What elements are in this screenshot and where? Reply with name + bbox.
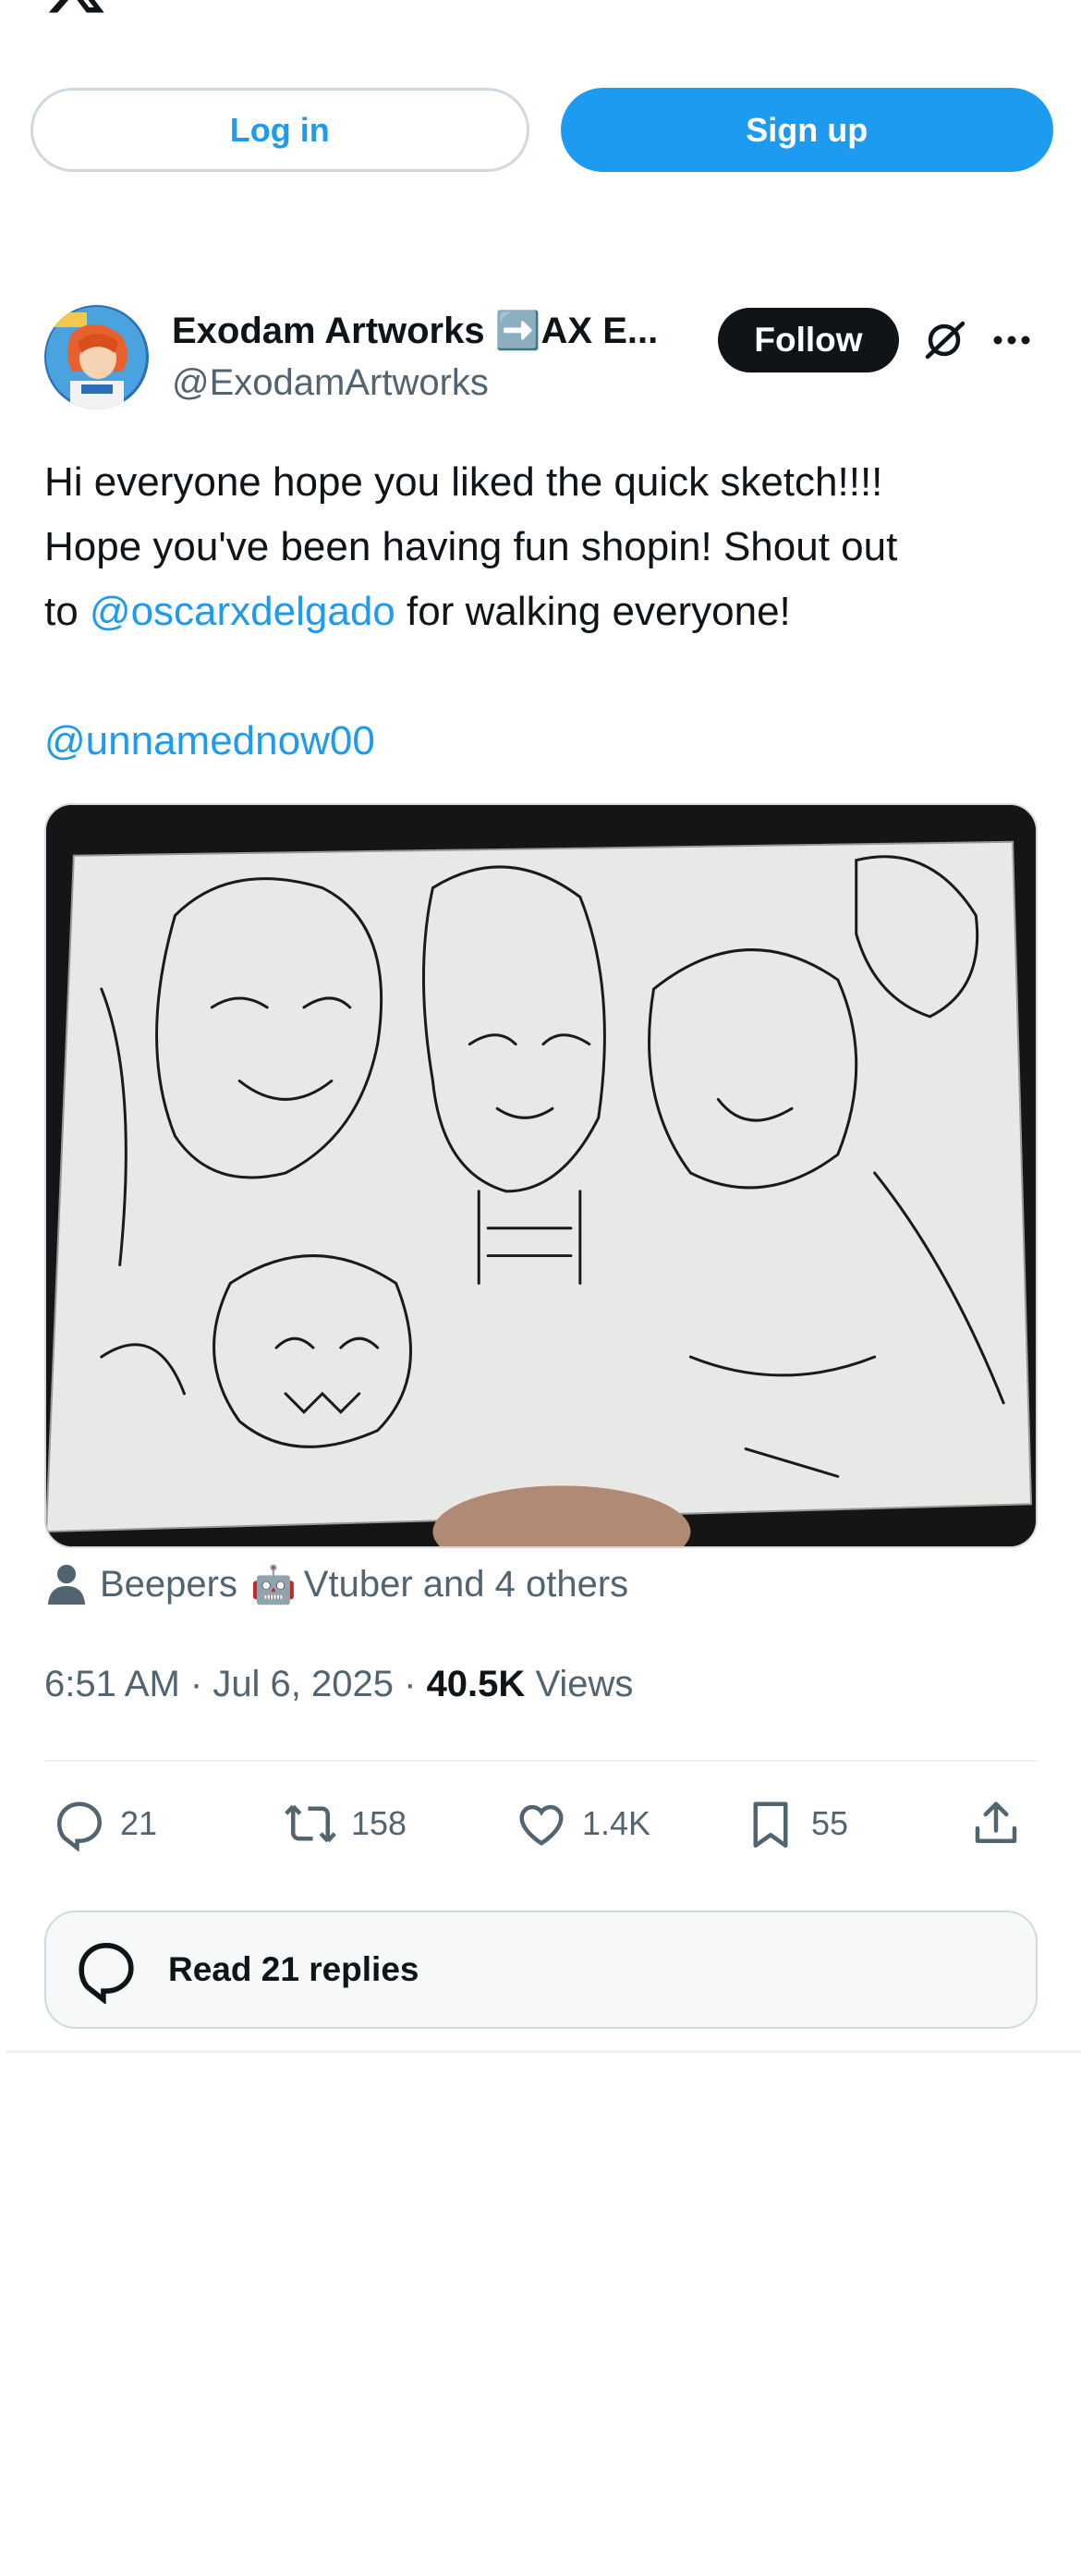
heart-icon	[519, 1804, 564, 1846]
repost-icon	[285, 1804, 336, 1843]
repost-count: 158	[351, 1804, 407, 1842]
like-count: 1.4K	[582, 1804, 651, 1842]
grok-icon[interactable]	[920, 316, 968, 364]
tagged-user-first: Beepers	[100, 1563, 237, 1605]
tweet-text-line: Hi everyone hope you liked the quick ske…	[44, 459, 883, 505]
bookmark-button[interactable]: 55	[743, 1789, 848, 1859]
tweet-actions: 21 158 1.4K 55	[44, 1789, 1038, 1862]
read-replies-button[interactable]: Read 21 replies	[44, 1911, 1038, 2029]
signup-button[interactable]: Sign up	[560, 88, 1053, 172]
views-count: 40.5K	[426, 1664, 526, 1704]
mention-link-unnamednow00[interactable]: @unnamednow00	[44, 718, 375, 763]
divider	[6, 2050, 1081, 2053]
reply-count: 21	[120, 1804, 158, 1842]
robot-emoji-icon: 🤖	[249, 1564, 297, 1605]
share-icon	[975, 1801, 1017, 1843]
tweet-text-line: Hope you've been having fun shopin! Shou…	[44, 524, 898, 569]
repost-button[interactable]: 158	[283, 1789, 407, 1859]
tweet-date[interactable]: Jul 6, 2025	[213, 1664, 394, 1704]
tweet-text-line: to @oscarxdelgado for walking everyone!	[44, 580, 1037, 644]
bookmark-icon	[753, 1801, 788, 1848]
tweet-text-fragment: to	[44, 589, 90, 634]
reply-icon	[79, 1943, 134, 2004]
divider	[44, 1760, 1038, 1762]
tweet-text-fragment: for walking everyone!	[395, 589, 791, 634]
read-replies-label: Read 21 replies	[168, 1950, 419, 1988]
mention-link-oscarxdelgado[interactable]: @oscarxdelgado	[90, 589, 395, 634]
follow-button[interactable]: Follow	[718, 308, 899, 372]
tagged-users-rest: Vtuber and 4 others	[303, 1563, 629, 1605]
more-options-icon[interactable]	[989, 322, 1035, 359]
x-logo-icon[interactable]	[44, 0, 107, 18]
views-label: Views	[535, 1664, 634, 1704]
tagged-users[interactable]: Beepers 🤖 Vtuber and 4 others	[46, 1562, 628, 1606]
avatar[interactable]	[44, 305, 149, 409]
reply-icon	[56, 1801, 103, 1851]
tweet: Exodam Artworks ➡️AX E... @ExodamArtwork…	[44, 305, 1038, 2029]
login-button[interactable]: Log in	[30, 88, 529, 172]
tweet-meta: 6:51 AM · Jul 6, 2025 · 40.5K Views	[44, 1664, 634, 1704]
tweet-header: Exodam Artworks ➡️AX E... @ExodamArtwork…	[44, 305, 1037, 416]
like-button[interactable]: 1.4K	[514, 1789, 650, 1859]
share-button[interactable]	[968, 1789, 1024, 1859]
bookmark-count: 55	[811, 1804, 849, 1842]
tweet-text: Hi everyone hope you liked the quick ske…	[44, 450, 1037, 774]
auth-buttons: Log in Sign up	[30, 88, 1053, 172]
tweet-image[interactable]	[44, 803, 1038, 1548]
reply-button[interactable]: 21	[52, 1789, 157, 1859]
tweet-time[interactable]: 6:51 AM	[44, 1664, 180, 1704]
author-display-name[interactable]: Exodam Artworks ➡️AX E...	[172, 309, 745, 352]
author-handle[interactable]: @ExodamArtworks	[172, 362, 489, 404]
person-icon	[47, 1564, 86, 1605]
